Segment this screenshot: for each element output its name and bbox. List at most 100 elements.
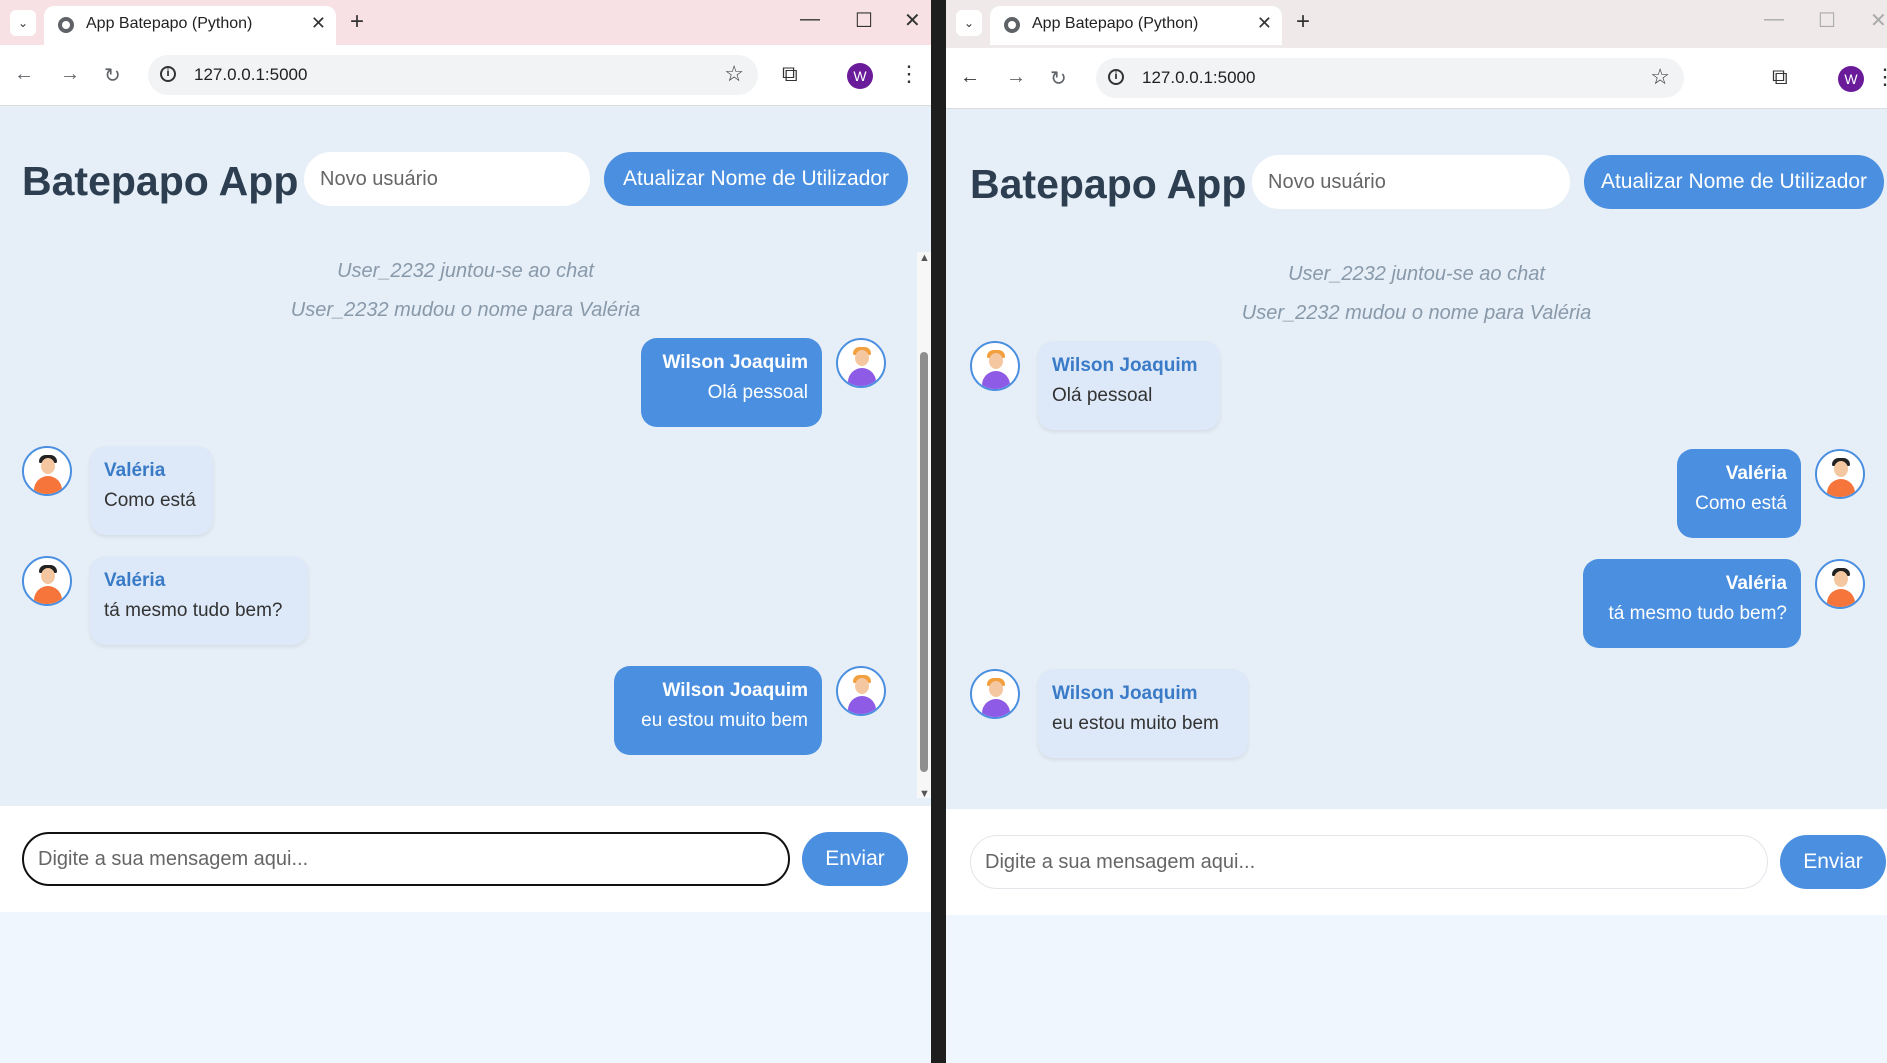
message-composer: Enviar	[0, 806, 931, 912]
bookmark-star-icon[interactable]: ☆	[724, 61, 744, 87]
message-author: Valéria	[104, 570, 166, 591]
message-input[interactable]	[970, 835, 1768, 889]
app-title: Batepapo App	[970, 161, 1247, 207]
avatar	[1815, 449, 1865, 499]
avatar	[970, 669, 1020, 719]
message-text: eu estou muito bem	[1052, 713, 1219, 734]
app-title: Batepapo App	[22, 158, 299, 204]
tab-title: App Batepapo (Python)	[86, 15, 253, 32]
message-author: Wilson Joaquim	[662, 680, 808, 701]
messages-area: User_2232 juntou-se ao chat User_2232 mu…	[0, 246, 931, 806]
message-bubble: Wilson Joaquim eu estou muito bem	[614, 666, 822, 755]
username-input[interactable]	[304, 152, 590, 206]
toolbar: ← → ↻ i 127.0.0.1:5000 ☆ ⧉ W ⋮	[946, 48, 1887, 109]
minimize-button[interactable]: —	[1764, 8, 1784, 31]
browser-window-left: ⌄ App Batepapo (Python) ✕ + — ☐ ✕ ← → ↻ …	[0, 0, 931, 1063]
site-info-icon[interactable]: i	[1108, 69, 1124, 85]
globe-icon	[1004, 17, 1020, 33]
system-message: User_2232 juntou-se ao chat	[337, 260, 594, 282]
system-message: User_2232 mudou o nome para Valéria	[290, 299, 641, 321]
message-text: Como está	[104, 490, 196, 511]
tab-strip: ⌄ App Batepapo (Python) ✕ + — ☐ ✕	[0, 0, 931, 45]
message-bubble: Valéria Como está	[1677, 449, 1801, 538]
message-bubble: Wilson Joaquim eu estou muito bem	[1038, 669, 1248, 758]
message-text: Como está	[1695, 493, 1787, 514]
globe-icon	[58, 17, 74, 33]
menu-icon[interactable]: ⋮	[898, 61, 920, 87]
close-window-button[interactable]: ✕	[1870, 8, 1887, 33]
message-text: eu estou muito bem	[641, 710, 808, 731]
chat-app: Batepapo App Atualizar Nome de Utilizado…	[0, 106, 931, 1063]
system-message: User_2232 mudou o nome para Valéria	[1241, 302, 1592, 324]
close-window-button[interactable]: ✕	[904, 8, 921, 33]
forward-icon[interactable]: →	[60, 63, 80, 86]
tab-strip: ⌄ App Batepapo (Python) ✕ + — ☐ ✕	[946, 0, 1887, 48]
browser-tab[interactable]: App Batepapo (Python) ✕	[990, 6, 1282, 45]
menu-icon[interactable]: ⋮	[1874, 64, 1887, 90]
messages-scrollbar[interactable]: ▲ ▼	[917, 252, 931, 800]
message-text: tá mesmo tudo bem?	[104, 600, 283, 621]
site-info-icon[interactable]: i	[160, 66, 176, 82]
message-author: Valéria	[1725, 463, 1787, 484]
minimize-button[interactable]: —	[800, 8, 820, 31]
app-header: Batepapo App Atualizar Nome de Utilizado…	[946, 109, 1887, 249]
back-icon[interactable]: ←	[14, 63, 34, 86]
update-username-button[interactable]: Atualizar Nome de Utilizador	[604, 152, 908, 206]
profile-avatar[interactable]: W	[847, 63, 873, 89]
message-author: Wilson Joaquim	[1052, 683, 1198, 704]
message-text: Olá pessoal	[1052, 385, 1153, 406]
tab-search-button[interactable]: ⌄	[10, 10, 36, 36]
avatar	[22, 556, 72, 606]
forward-icon[interactable]: →	[1006, 66, 1026, 89]
update-username-button[interactable]: Atualizar Nome de Utilizador	[1584, 155, 1884, 209]
chat-app: Batepapo App Atualizar Nome de Utilizado…	[946, 109, 1887, 1063]
maximize-button[interactable]: ☐	[1818, 8, 1836, 33]
maximize-button[interactable]: ☐	[855, 8, 873, 33]
new-tab-button[interactable]: +	[350, 8, 364, 36]
message-bubble: Valéria tá mesmo tudo bem?	[90, 556, 308, 645]
extensions-icon[interactable]: ⧉	[1772, 64, 1788, 90]
close-tab-icon[interactable]: ✕	[1257, 13, 1272, 34]
avatar	[1815, 559, 1865, 609]
new-tab-button[interactable]: +	[1296, 8, 1310, 36]
scroll-down-icon[interactable]: ▼	[919, 788, 930, 800]
url-text: 127.0.0.1:5000	[194, 65, 308, 84]
message-bubble: Valéria tá mesmo tudo bem?	[1583, 559, 1801, 648]
username-input[interactable]	[1252, 155, 1570, 209]
avatar	[22, 446, 72, 496]
toolbar: ← → ↻ i 127.0.0.1:5000 ☆ ⧉ W ⋮	[0, 45, 931, 106]
back-icon[interactable]: ←	[960, 66, 980, 89]
message-author: Valéria	[104, 460, 166, 481]
messages-area: User_2232 juntou-se ao chat User_2232 mu…	[946, 249, 1887, 809]
browser-window-right: ⌄ App Batepapo (Python) ✕ + — ☐ ✕ ← → ↻ …	[946, 0, 1887, 1063]
message-author: Wilson Joaquim	[662, 352, 808, 373]
message-bubble: Valéria Como está	[90, 446, 213, 535]
message-text: Olá pessoal	[707, 382, 808, 403]
message-author: Wilson Joaquim	[1052, 355, 1198, 376]
profile-avatar[interactable]: W	[1838, 66, 1864, 92]
message-author: Valéria	[1725, 573, 1787, 594]
browser-tab[interactable]: App Batepapo (Python) ✕	[44, 6, 336, 45]
message-text: tá mesmo tudo bem?	[1608, 603, 1787, 624]
send-button[interactable]: Enviar	[1780, 835, 1886, 889]
system-message: User_2232 juntou-se ao chat	[1288, 263, 1545, 285]
send-button[interactable]: Enviar	[802, 832, 908, 886]
message-input[interactable]	[22, 832, 790, 886]
tab-search-button[interactable]: ⌄	[956, 10, 982, 36]
background-terminal	[931, 0, 946, 1063]
extensions-icon[interactable]: ⧉	[782, 61, 798, 87]
bookmark-star-icon[interactable]: ☆	[1650, 64, 1670, 90]
scroll-up-icon[interactable]: ▲	[919, 252, 930, 264]
close-tab-icon[interactable]: ✕	[311, 13, 326, 34]
address-bar[interactable]: i 127.0.0.1:5000 ☆	[1096, 58, 1684, 98]
message-composer: Enviar	[946, 809, 1887, 915]
reload-icon[interactable]: ↻	[1050, 66, 1067, 91]
address-bar[interactable]: i 127.0.0.1:5000 ☆	[148, 55, 758, 95]
reload-icon[interactable]: ↻	[104, 63, 121, 88]
tab-title: App Batepapo (Python)	[1032, 15, 1199, 32]
message-bubble: Wilson Joaquim Olá pessoal	[641, 338, 822, 427]
message-bubble: Wilson Joaquim Olá pessoal	[1038, 341, 1220, 430]
avatar	[970, 341, 1020, 391]
scroll-thumb[interactable]	[920, 352, 928, 772]
avatar	[836, 666, 886, 716]
